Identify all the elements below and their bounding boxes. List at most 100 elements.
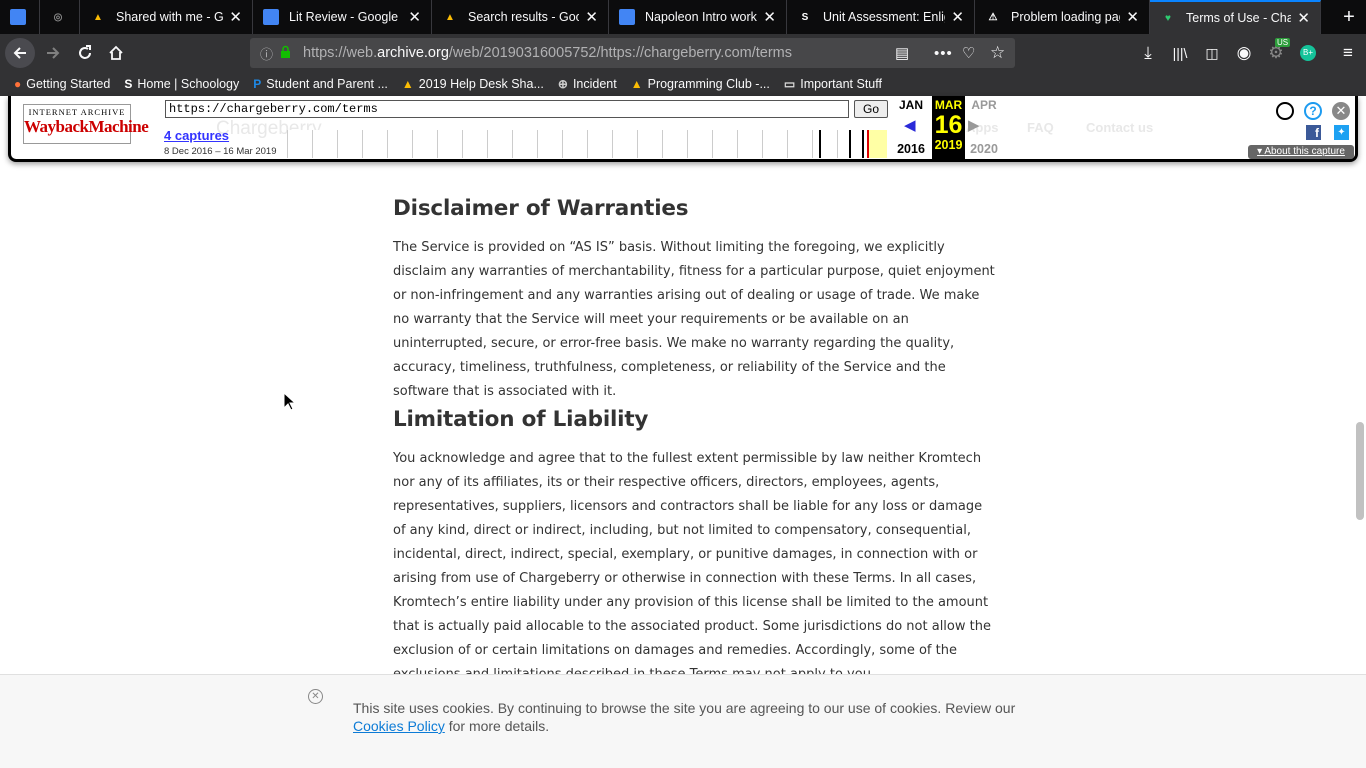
sparkline-year-cell bbox=[337, 130, 362, 158]
chargeberry-icon: ♥ bbox=[1165, 12, 1171, 24]
sparkline-year-cell bbox=[787, 130, 812, 158]
tab-3[interactable]: ▲ Shared with me - Goog ✕ bbox=[80, 0, 253, 34]
bookmark-item[interactable]: ▲ Programming Club -... bbox=[631, 77, 770, 91]
drive-icon: ▲ bbox=[445, 11, 455, 23]
tab-8[interactable]: ⚠ Problem loading page ✕ bbox=[975, 0, 1150, 34]
sparkline-year-cell bbox=[437, 130, 462, 158]
new-tab-button[interactable]: + bbox=[1332, 0, 1366, 34]
wayback-logo[interactable]: INTERNET ARCHIVE WaybackMachine bbox=[23, 104, 149, 144]
wayback-logo-line1: INTERNET ARCHIVE bbox=[28, 107, 126, 117]
reader-view-icon[interactable]: ▤ bbox=[895, 44, 909, 62]
bookmark-label: Important Stuff bbox=[800, 77, 882, 91]
tab-1[interactable]: ≡ bbox=[0, 0, 40, 34]
bookmark-star-icon[interactable]: ☆ bbox=[990, 43, 1005, 63]
sparkline-year-cell bbox=[462, 130, 487, 158]
prev-capture-icon[interactable]: ◀ bbox=[904, 116, 916, 134]
tab-close-icon[interactable]: ✕ bbox=[951, 8, 964, 26]
facebook-icon[interactable]: f bbox=[1306, 125, 1321, 140]
capture-mark[interactable] bbox=[862, 130, 864, 158]
extension-icon[interactable]: ⚙ US bbox=[1261, 38, 1291, 68]
bookmark-label: Student and Parent ... bbox=[266, 77, 388, 91]
sparkline-year-cell bbox=[312, 130, 337, 158]
prev-month[interactable]: JAN bbox=[894, 98, 928, 112]
prev-year[interactable]: 2016 bbox=[894, 142, 928, 156]
cookie-banner: ✕ This site uses cookies. By continuing … bbox=[0, 674, 1366, 768]
current-year: 2019 bbox=[934, 138, 963, 152]
schoology-icon: S bbox=[801, 11, 809, 23]
address-url[interactable]: https://web.archive.org/web/201903160057… bbox=[303, 45, 792, 61]
sparkline-year-cell bbox=[762, 130, 787, 158]
tab-7[interactable]: S Unit Assessment: Enlig ✕ bbox=[787, 0, 975, 34]
folder-icon: ▭ bbox=[783, 77, 796, 91]
sparkline-year-cell bbox=[637, 130, 662, 158]
back-button[interactable] bbox=[5, 38, 35, 68]
address-bar[interactable]: ⓘ https://web.archive.org/web/2019031600… bbox=[250, 38, 1015, 68]
tab-close-icon[interactable]: ✕ bbox=[763, 8, 776, 26]
forward-button[interactable] bbox=[38, 38, 68, 68]
sparkline-year-cell bbox=[812, 130, 837, 158]
menu-icon[interactable]: ≡ bbox=[1333, 38, 1363, 68]
sparkline-year-cell bbox=[487, 130, 512, 158]
tab-4[interactable]: ≡ Lit Review - Google Do ✕ bbox=[253, 0, 432, 34]
tab-title: Shared with me - Goog bbox=[116, 10, 224, 24]
close-toolbar-icon[interactable]: ✕ bbox=[1332, 102, 1350, 120]
reload-button[interactable] bbox=[70, 38, 100, 68]
tab-5[interactable]: ▲ Search results - Googl ✕ bbox=[432, 0, 609, 34]
tab-9[interactable]: ♥ Terms of Use - Charge ✕ bbox=[1150, 0, 1321, 34]
sparkline-year-cell bbox=[387, 130, 412, 158]
bookmark-label: 2019 Help Desk Sha... bbox=[418, 77, 544, 91]
bookmark-label: Programming Club -... bbox=[647, 77, 770, 91]
cookie-close-icon[interactable]: ✕ bbox=[308, 689, 323, 704]
tab-2[interactable]: ◎ bbox=[40, 0, 80, 34]
user-icon[interactable] bbox=[1276, 102, 1294, 120]
bookmark-item[interactable]: ▭ Important Stuff bbox=[784, 77, 882, 91]
tab-close-icon[interactable]: ✕ bbox=[1126, 8, 1139, 26]
capture-sparkline[interactable] bbox=[287, 130, 887, 158]
home-icon bbox=[109, 45, 123, 60]
cookies-policy-link[interactable]: Cookies Policy bbox=[353, 718, 445, 734]
tab-close-icon[interactable]: ✕ bbox=[229, 8, 242, 26]
liability-heading: Limitation of Liability bbox=[393, 407, 649, 432]
library-icon[interactable]: |||\ bbox=[1165, 38, 1195, 68]
sparkline-year-cell bbox=[512, 130, 537, 158]
tab-6[interactable]: ≡ Napoleon Intro worksh ✕ bbox=[609, 0, 787, 34]
wayback-go-button[interactable]: Go bbox=[854, 100, 888, 118]
grammarly-icon[interactable]: B+ bbox=[1293, 38, 1323, 68]
account-icon[interactable]: ◉ bbox=[1229, 38, 1259, 68]
tab-title: Terms of Use - Charge bbox=[1186, 11, 1292, 25]
page-scrollbar[interactable] bbox=[1356, 422, 1364, 520]
help-icon[interactable]: ? bbox=[1304, 102, 1322, 120]
twitter-icon[interactable]: ✦ bbox=[1334, 125, 1349, 140]
capture-mark[interactable] bbox=[819, 130, 821, 158]
about-capture-label: About this capture bbox=[1264, 146, 1345, 157]
current-capture: MAR 16 2019 bbox=[932, 96, 965, 159]
page-actions-icon[interactable]: ••• bbox=[934, 45, 953, 62]
bookmark-item[interactable]: ▲ 2019 Help Desk Sha... bbox=[402, 77, 544, 91]
sidebar-icon[interactable]: ◫ bbox=[1197, 38, 1227, 68]
home-button[interactable] bbox=[101, 38, 131, 68]
wayback-url-input[interactable]: https://chargeberry.com/terms bbox=[165, 100, 849, 118]
tab-close-icon[interactable]: ✕ bbox=[1297, 9, 1310, 27]
tab-close-icon[interactable]: ✕ bbox=[408, 8, 421, 26]
bookmarks-toolbar: ● Getting Started S Home | Schoology P Studen… bbox=[0, 72, 1366, 96]
docs-icon: ≡ bbox=[10, 9, 26, 25]
tab-title: Lit Review - Google Do bbox=[289, 10, 402, 24]
lock-icon bbox=[280, 45, 291, 58]
downloads-icon[interactable]: ⤓ bbox=[1133, 38, 1163, 68]
p-icon: P bbox=[253, 77, 262, 91]
sparkline-year-cell bbox=[737, 130, 762, 158]
bookmark-item[interactable]: S Home | Schoology bbox=[124, 77, 239, 91]
captures-link[interactable]: 4 captures bbox=[164, 128, 229, 143]
about-capture-link[interactable]: ▾ About this capture bbox=[1248, 145, 1354, 159]
bookmark-item[interactable]: ● Getting Started bbox=[14, 77, 110, 91]
sparkline-year-cell bbox=[537, 130, 562, 158]
capture-mark[interactable] bbox=[849, 130, 851, 158]
bookmark-item[interactable]: ⊕ Incident bbox=[558, 77, 617, 91]
schoology-icon: S bbox=[124, 77, 133, 91]
tab-close-icon[interactable]: ✕ bbox=[585, 8, 598, 26]
pocket-icon[interactable]: ♡ bbox=[962, 44, 975, 62]
forward-arrow-icon bbox=[47, 47, 60, 59]
site-info-icon[interactable]: ⓘ bbox=[260, 44, 273, 63]
tab-title: Search results - Googl bbox=[468, 10, 580, 24]
bookmark-item[interactable]: P Student and Parent ... bbox=[253, 77, 388, 91]
